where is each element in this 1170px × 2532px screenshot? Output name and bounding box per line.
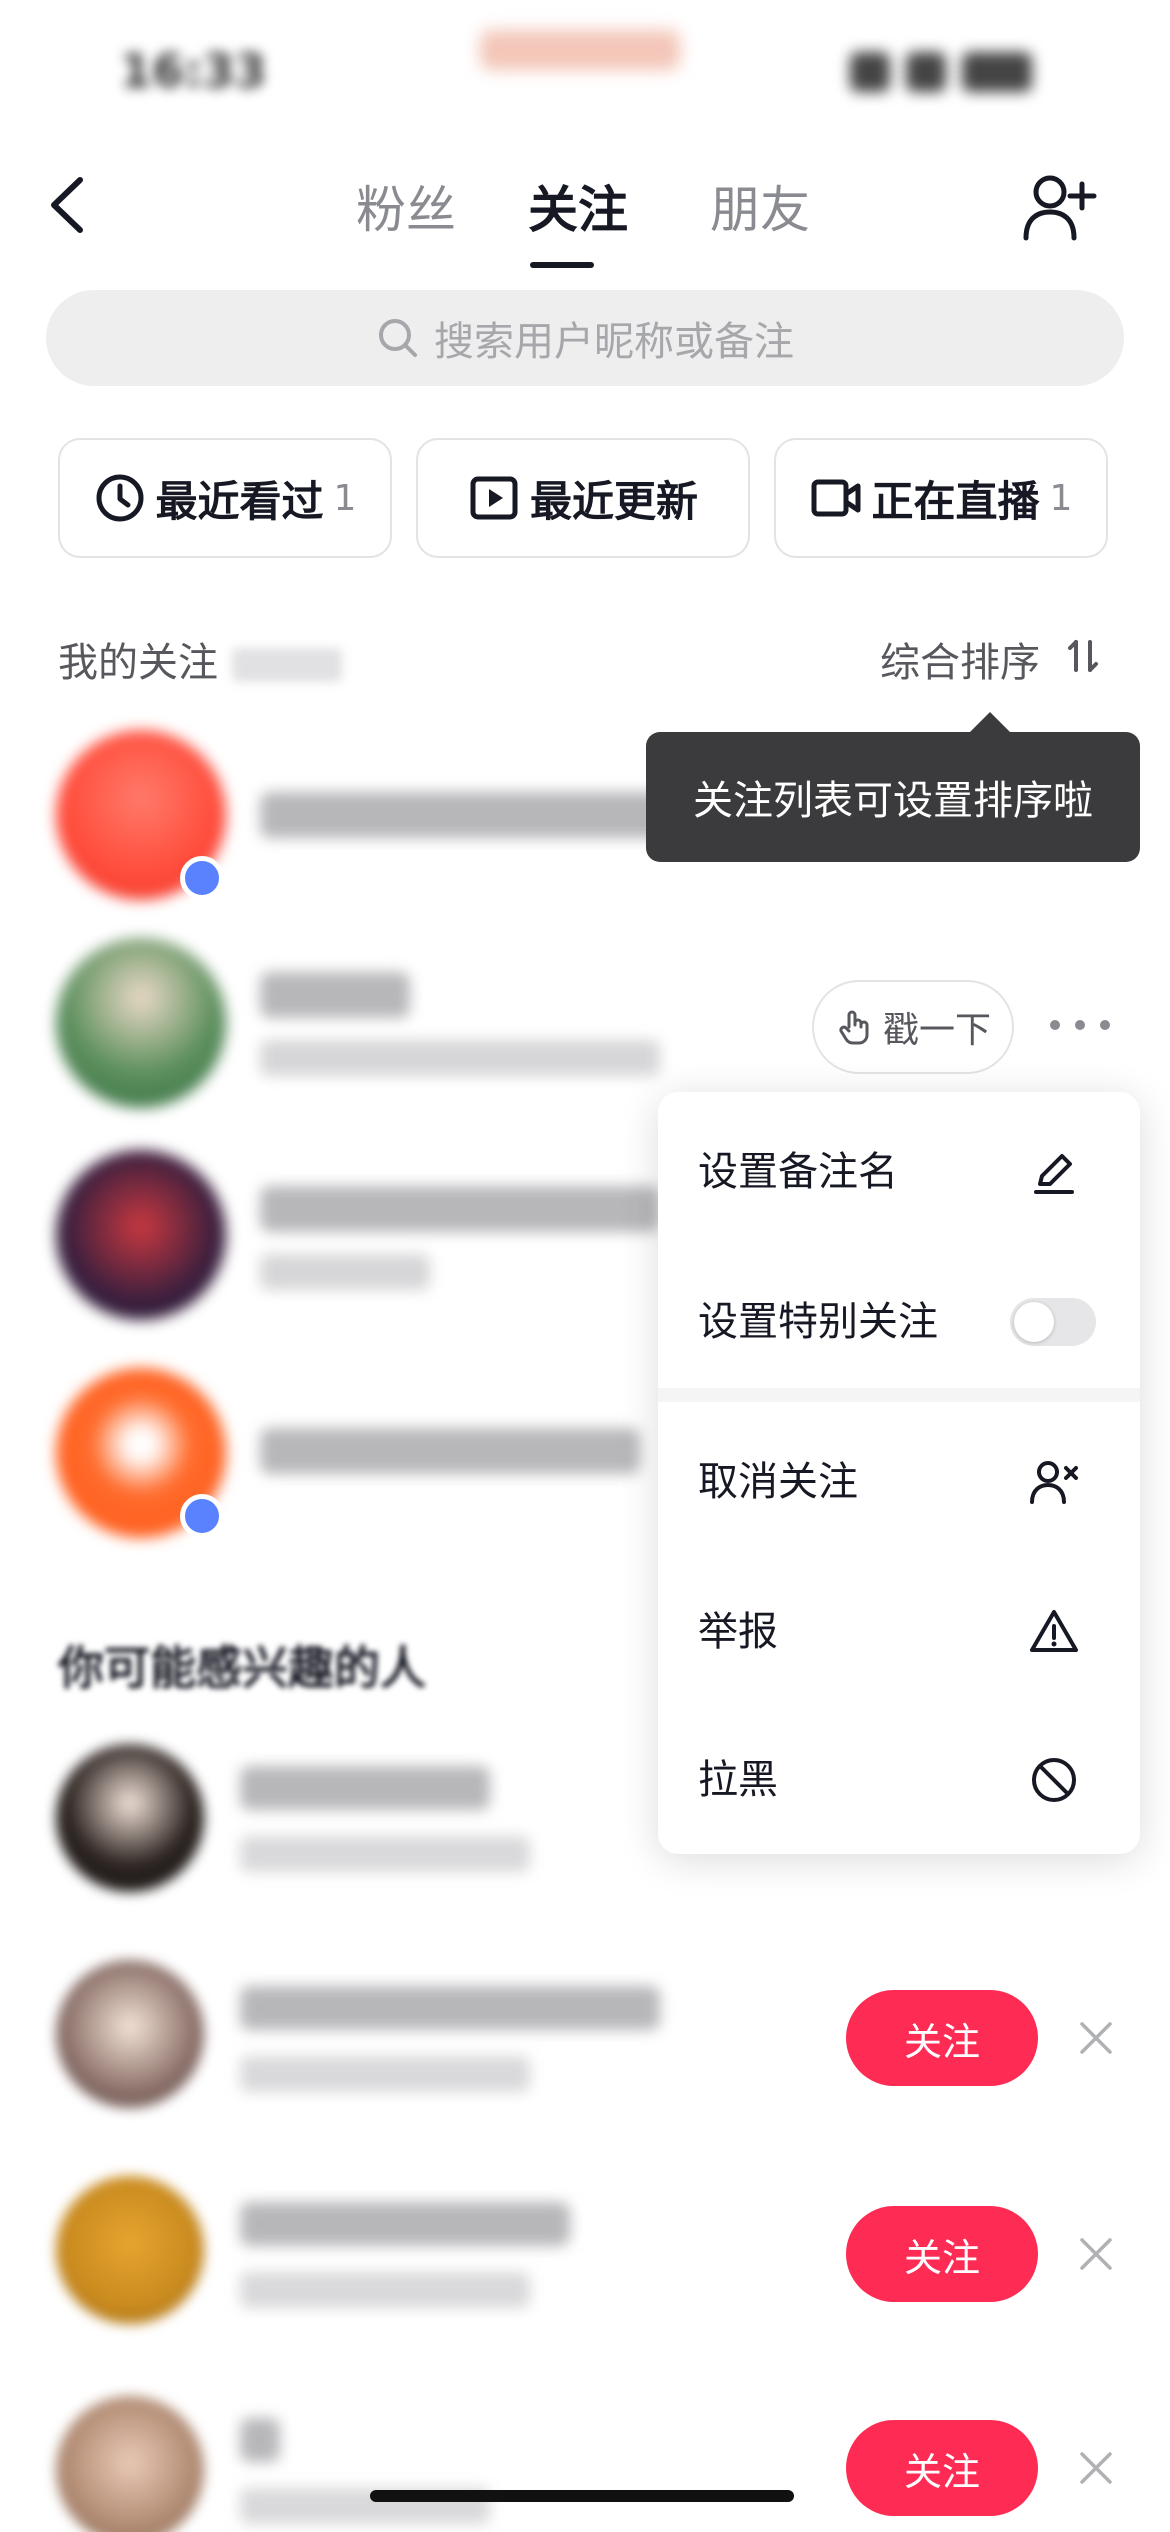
- menu-divider: [658, 1388, 1140, 1402]
- add-user-icon: [1023, 175, 1097, 241]
- menu-item-label: 拉黑: [698, 1757, 778, 1803]
- dot: [1100, 1020, 1110, 1030]
- more-options-menu: 设置备注名 设置特别关注 取消关注 举报 拉黑: [658, 1092, 1140, 1854]
- more-options-button[interactable]: [1050, 1000, 1110, 1050]
- sort-icon[interactable]: [1064, 636, 1104, 676]
- user-name: [260, 1428, 640, 1474]
- follow-button[interactable]: 关注: [846, 1990, 1038, 2086]
- user-name: [240, 2418, 280, 2462]
- chip-label: 最近看过: [155, 476, 324, 526]
- user-subtitle: [260, 1040, 660, 1076]
- tooltip-text: 关注列表可设置排序啦: [693, 778, 1093, 824]
- menu-item-unfollow[interactable]: 取消关注: [658, 1412, 1140, 1552]
- suggested-user-row[interactable]: 关注: [0, 2176, 1170, 2376]
- verified-badge: [180, 856, 224, 900]
- user-name: [240, 1766, 490, 1810]
- avatar: [56, 1744, 204, 1892]
- filter-live-now[interactable]: 正在直播 1: [774, 438, 1108, 558]
- clock-icon: [96, 474, 144, 522]
- back-button[interactable]: [40, 170, 100, 240]
- warning-triangle-icon: [1030, 1610, 1078, 1652]
- suggested-user-row[interactable]: 关注: [0, 1960, 1170, 2160]
- chip-label: 正在直播: [871, 476, 1040, 526]
- menu-item-label: 取消关注: [698, 1459, 858, 1505]
- follow-button[interactable]: 关注: [846, 2420, 1038, 2516]
- user-name: [240, 2202, 570, 2246]
- user-name: [260, 1186, 660, 1232]
- chip-count: 1: [1049, 477, 1073, 519]
- poke-button[interactable]: 戳一下: [812, 980, 1014, 1074]
- menu-item-label: 举报: [698, 1609, 778, 1655]
- sort-button[interactable]: 综合排序: [880, 630, 1040, 688]
- close-icon[interactable]: [1076, 2018, 1116, 2058]
- tab-bar: 粉丝 关注 朋友: [350, 170, 830, 268]
- menu-item-special-follow[interactable]: 设置特别关注: [658, 1252, 1140, 1392]
- video-camera-icon: [811, 479, 861, 517]
- close-icon[interactable]: [1076, 2234, 1116, 2274]
- active-tab-indicator: [530, 262, 594, 268]
- menu-item-set-remark[interactable]: 设置备注名: [658, 1102, 1140, 1242]
- status-notification: [480, 30, 680, 70]
- menu-item-report[interactable]: 举报: [658, 1562, 1140, 1702]
- block-icon: [1032, 1758, 1076, 1802]
- filter-recently-viewed[interactable]: 最近看过 1: [58, 438, 392, 558]
- status-bar: 16:33: [0, 0, 1170, 140]
- avatar: [56, 2396, 204, 2532]
- menu-item-label: 设置特别关注: [698, 1299, 938, 1345]
- user-name: [260, 792, 680, 838]
- chip-label: 最近更新: [529, 476, 698, 526]
- user-name: [240, 1986, 660, 2030]
- filter-recently-updated[interactable]: 最近更新: [416, 438, 750, 558]
- verified-badge: [180, 1494, 224, 1538]
- section-count: [232, 648, 342, 682]
- user-name: [260, 972, 410, 1018]
- menu-item-block[interactable]: 拉黑: [658, 1710, 1140, 1850]
- suggested-user-row[interactable]: 关注: [0, 2392, 1170, 2532]
- finger-tap-icon: [839, 1010, 869, 1045]
- poke-label: 戳一下: [882, 1010, 991, 1051]
- menu-arrow: [1056, 1074, 1096, 1094]
- dot: [1050, 1020, 1060, 1030]
- user-subtitle: [240, 2272, 530, 2308]
- edit-pen-icon: [1034, 1154, 1074, 1194]
- close-icon[interactable]: [1076, 2448, 1116, 2488]
- search-icon: [379, 319, 417, 357]
- status-time: 16:33: [120, 44, 267, 98]
- status-icons: [850, 52, 1090, 102]
- chevron-left-icon: [51, 177, 83, 233]
- sort-tooltip: 关注列表可设置排序啦: [646, 732, 1140, 862]
- toggle-knob: [1014, 1302, 1054, 1342]
- avatar: [56, 1150, 226, 1320]
- user-subtitle: [240, 2056, 530, 2092]
- user-subtitle: [260, 1254, 430, 1290]
- my-following-header: 我的关注: [58, 630, 342, 688]
- menu-item-label: 设置备注名: [698, 1149, 898, 1195]
- section-title: 我的关注: [58, 640, 218, 686]
- dot: [1075, 1020, 1085, 1030]
- suggested-section-title: 你可能感兴趣的人: [58, 1641, 426, 1695]
- search-placeholder: 搜索用户昵称或备注: [434, 319, 794, 365]
- top-nav: 粉丝 关注 朋友: [0, 150, 1170, 268]
- chip-count: 1: [333, 477, 357, 519]
- search-bar[interactable]: 搜索用户昵称或备注: [46, 290, 1124, 386]
- tab-friends[interactable]: 朋友: [710, 170, 810, 242]
- tab-following[interactable]: 关注: [528, 170, 628, 242]
- avatar: [56, 938, 226, 1108]
- play-square-icon: [470, 476, 518, 520]
- avatar: [56, 2176, 204, 2324]
- user-subtitle: [240, 1836, 530, 1872]
- add-friend-button[interactable]: [1020, 168, 1100, 248]
- avatar: [56, 1960, 204, 2108]
- home-indicator: [370, 2490, 794, 2502]
- unfollow-user-icon: [1030, 1461, 1078, 1504]
- special-follow-toggle[interactable]: [1010, 1298, 1096, 1346]
- tab-fans[interactable]: 粉丝: [356, 170, 456, 242]
- follow-button[interactable]: 关注: [846, 2206, 1038, 2302]
